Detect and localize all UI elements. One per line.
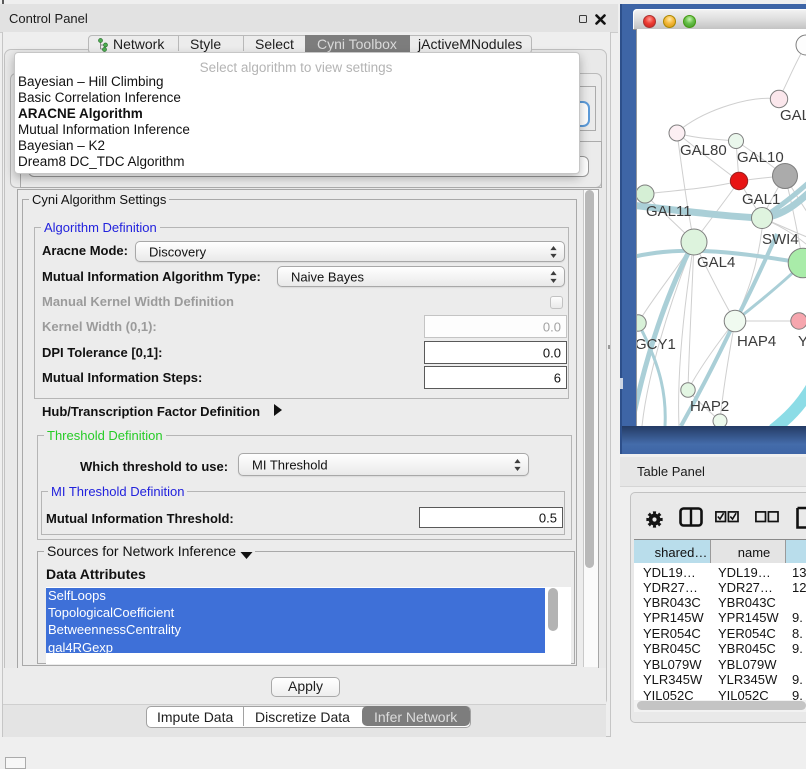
- svg-text:SWI4: SWI4: [762, 231, 799, 248]
- svg-text:HAP4: HAP4: [737, 333, 776, 350]
- svg-text:GAL10: GAL10: [737, 149, 784, 166]
- svg-text:GAL2: GAL2: [780, 107, 806, 124]
- svg-text:GAL1: GAL1: [742, 191, 780, 208]
- svg-text:Y: Y: [798, 333, 806, 350]
- svg-text:GAL4: GAL4: [697, 254, 735, 271]
- svg-text:GAL11: GAL11: [646, 203, 692, 220]
- svg-text:HAP2: HAP2: [690, 398, 729, 415]
- svg-text:GAL80: GAL80: [680, 142, 727, 159]
- svg-text:GCY1: GCY1: [637, 336, 676, 353]
